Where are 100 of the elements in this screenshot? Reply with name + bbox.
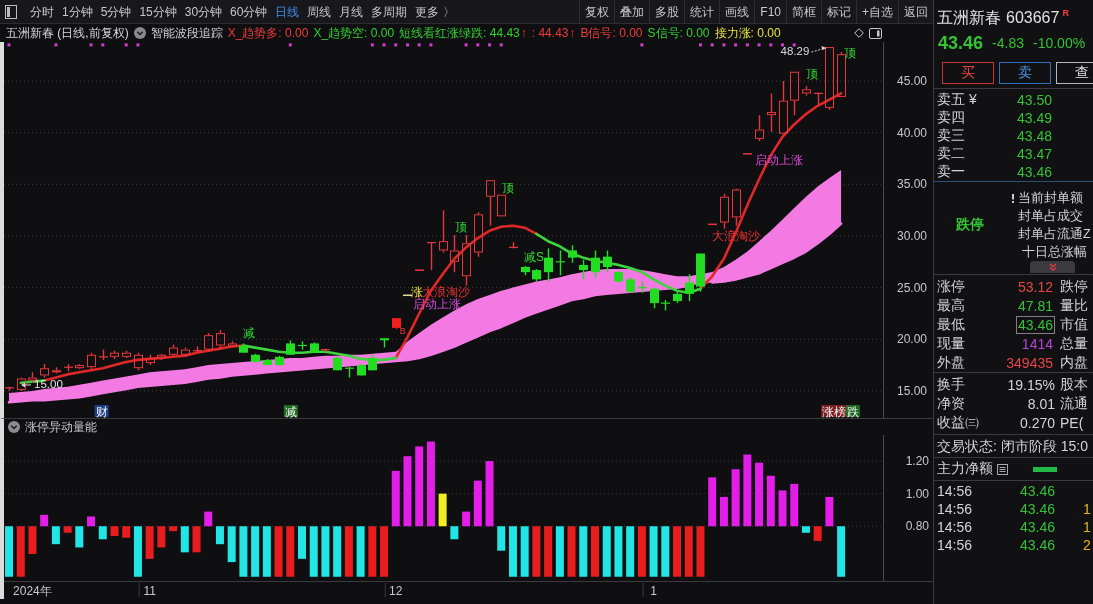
chevron-circle-icon[interactable]: [8, 421, 20, 433]
volume-bar: [790, 483, 799, 527]
candle: [28, 371, 37, 384]
main-net-label: 主力净额: [937, 460, 993, 478]
tick-price: 43.46: [1019, 483, 1055, 499]
volume-bar: [755, 462, 764, 527]
ask-price: 43.47: [1017, 146, 1054, 162]
volume-bar: [391, 470, 400, 527]
candle: [591, 249, 600, 278]
volume-bar: [16, 526, 25, 577]
period-tab[interactable]: 更多 〉: [411, 0, 459, 23]
period-tab[interactable]: 日线: [271, 0, 304, 23]
signal-tag: 涨榜: [821, 405, 848, 418]
volume-bar: [801, 526, 810, 533]
period-tab[interactable]: 分时: [26, 0, 58, 23]
volume-bar: [813, 526, 822, 541]
volume-bar: [462, 511, 471, 527]
candle: [275, 355, 284, 366]
legend-value: S信号: 0.00: [647, 24, 710, 42]
panel-icon[interactable]: [869, 27, 882, 39]
candle: [134, 352, 143, 371]
toolbar-button[interactable]: 多股: [649, 0, 685, 23]
period-tab[interactable]: 30分钟: [180, 0, 227, 23]
volume-bar: [825, 496, 834, 527]
signal-label: 顶: [844, 45, 857, 60]
legend-value: 短线看红涨绿跌: 44.43↑: [399, 24, 527, 42]
legend-value: 接力涨: 0.00: [714, 24, 781, 42]
volume-bar: [450, 526, 459, 540]
candle: [614, 270, 623, 284]
stat-value: 43.46: [1015, 315, 1055, 334]
volume-bar: [227, 526, 236, 563]
y-axis-label: 15.00: [897, 383, 928, 398]
signal-tag: 财: [94, 405, 109, 418]
candle: [87, 352, 96, 370]
period-tab[interactable]: 周线: [303, 0, 336, 23]
candle: [251, 353, 260, 363]
candle: [462, 234, 471, 287]
volume-bar: [87, 516, 96, 527]
sell-button[interactable]: 卖: [999, 62, 1051, 84]
candle: [333, 356, 342, 371]
seal-info-label: 封单占流通Z: [1018, 225, 1091, 243]
sidebar-toggle-icon[interactable]: [5, 4, 17, 19]
buy-button[interactable]: 买: [942, 62, 994, 84]
chevron-circle-icon[interactable]: [133, 27, 146, 39]
candle: [673, 291, 682, 304]
period-tab[interactable]: 月线: [335, 0, 368, 23]
period-tab[interactable]: 多周期: [367, 0, 412, 23]
toolbar-button[interactable]: 统计: [684, 0, 720, 23]
y-axis-label: 25.00: [897, 280, 928, 295]
candle: [720, 192, 729, 230]
candle: [767, 92, 776, 133]
toolbar-button[interactable]: 叠加: [614, 0, 650, 23]
stat-value: 8.01: [1027, 395, 1055, 412]
volume-bar: [180, 526, 189, 553]
toolbar-button[interactable]: 标记: [821, 0, 856, 23]
volume-bar: [497, 526, 506, 551]
period-tab[interactable]: 15分钟: [135, 0, 181, 23]
candle: [790, 71, 799, 116]
candle: [122, 349, 131, 359]
candle: [427, 241, 436, 271]
volume-bar: [286, 526, 295, 577]
volume-bar: [567, 526, 576, 577]
candle: [802, 85, 811, 97]
volume-bar: [145, 526, 154, 559]
volume-bar: [110, 526, 119, 537]
candle: [779, 80, 788, 136]
signal-tag: 减: [283, 405, 298, 418]
stat-label: 跌停: [1060, 277, 1089, 296]
signal-label: 顶: [502, 181, 515, 196]
toolbar-button[interactable]: 复权: [579, 0, 615, 23]
volume-bar: [344, 526, 353, 577]
volume-bar: [356, 526, 365, 577]
candle: [345, 366, 354, 379]
stat-label: 换手: [937, 375, 966, 394]
candle: [568, 244, 577, 264]
period-tab[interactable]: 60分钟: [226, 0, 272, 23]
stat-label: 外盘: [937, 353, 966, 372]
toolbar-button[interactable]: +自选: [856, 0, 898, 23]
stat-label: 市值: [1060, 315, 1089, 334]
candle: [204, 332, 213, 353]
candle: [392, 317, 401, 330]
volume-bar: [508, 526, 517, 577]
stock-code: 603667: [1006, 8, 1060, 27]
candle: [474, 211, 483, 258]
candle: [239, 342, 248, 354]
candle: [650, 286, 659, 309]
toolbar-button[interactable]: F10: [754, 0, 786, 23]
period-tab[interactable]: 5分钟: [96, 0, 136, 23]
toolbar-button[interactable]: 画线: [719, 0, 755, 23]
toolbar-button[interactable]: 简框: [786, 0, 821, 23]
candle: [193, 345, 202, 354]
list-icon[interactable]: [997, 463, 1008, 475]
ask-price: 43.48: [1017, 128, 1054, 144]
candle: [5, 386, 14, 392]
diamond-icon[interactable]: [854, 28, 864, 38]
query-button[interactable]: 查: [1056, 62, 1093, 84]
volume-bar: [40, 514, 49, 527]
tick-volume: 1: [1082, 519, 1092, 535]
legend-value: X_趋势空: 0.00: [313, 24, 395, 42]
period-tab[interactable]: 1分钟: [58, 0, 97, 23]
